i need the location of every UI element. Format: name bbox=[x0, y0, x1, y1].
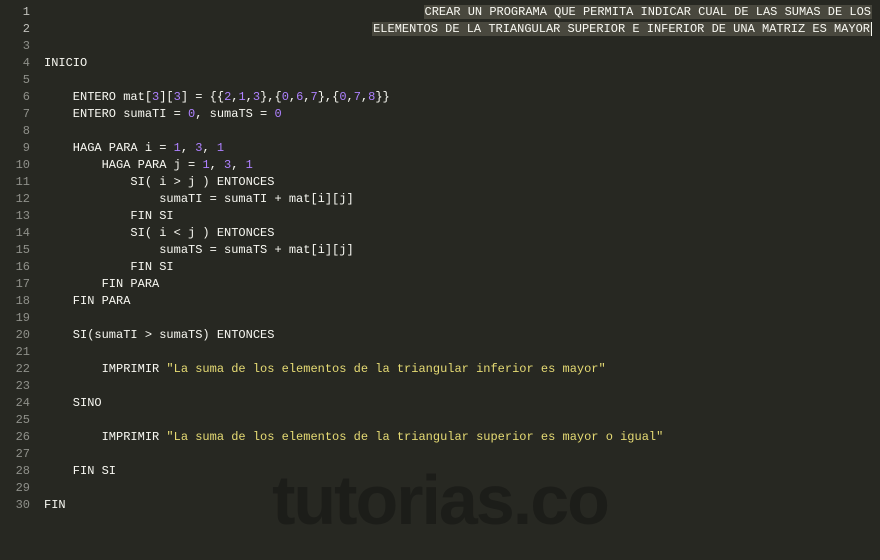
code-line[interactable] bbox=[44, 72, 872, 89]
code-line[interactable] bbox=[44, 38, 872, 55]
line-number: 26 bbox=[0, 429, 30, 446]
line-number: 27 bbox=[0, 446, 30, 463]
code-line[interactable] bbox=[44, 480, 872, 497]
code-line[interactable]: FIN bbox=[44, 497, 872, 514]
code-line[interactable]: HAGA PARA i = 1, 3, 1 bbox=[44, 140, 872, 157]
code-line[interactable] bbox=[44, 378, 872, 395]
line-number: 28 bbox=[0, 463, 30, 480]
code-line[interactable]: SI( i < j ) ENTONCES bbox=[44, 225, 872, 242]
line-number: 8 bbox=[0, 123, 30, 140]
line-number: 25 bbox=[0, 412, 30, 429]
code-line[interactable]: SI(sumaTI > sumaTS) ENTONCES bbox=[44, 327, 872, 344]
code-line[interactable]: SI( i > j ) ENTONCES bbox=[44, 174, 872, 191]
code-line[interactable]: HAGA PARA j = 1, 3, 1 bbox=[44, 157, 872, 174]
code-line[interactable] bbox=[44, 123, 872, 140]
code-line[interactable] bbox=[44, 446, 872, 463]
line-number: 29 bbox=[0, 480, 30, 497]
code-line[interactable]: CREAR UN PROGRAMA QUE PERMITA INDICAR CU… bbox=[44, 4, 872, 21]
line-number: 16 bbox=[0, 259, 30, 276]
code-line[interactable]: FIN PARA bbox=[44, 276, 872, 293]
code-line[interactable]: FIN PARA bbox=[44, 293, 872, 310]
line-number: 22 bbox=[0, 361, 30, 378]
line-number: 15 bbox=[0, 242, 30, 259]
code-area[interactable]: CREAR UN PROGRAMA QUE PERMITA INDICAR CU… bbox=[36, 0, 880, 560]
line-number: 17 bbox=[0, 276, 30, 293]
code-line[interactable]: sumaTS = sumaTS + mat[i][j] bbox=[44, 242, 872, 259]
line-number: 4 bbox=[0, 55, 30, 72]
line-number-gutter: 1234567891011121314151617181920212223242… bbox=[0, 0, 36, 560]
line-number: 23 bbox=[0, 378, 30, 395]
code-line[interactable]: FIN SI bbox=[44, 463, 872, 480]
line-number: 21 bbox=[0, 344, 30, 361]
code-line[interactable]: ENTERO sumaTI = 0, sumaTS = 0 bbox=[44, 106, 872, 123]
line-number: 13 bbox=[0, 208, 30, 225]
line-number: 6 bbox=[0, 89, 30, 106]
code-line[interactable]: sumaTI = sumaTI + mat[i][j] bbox=[44, 191, 872, 208]
line-number: 18 bbox=[0, 293, 30, 310]
code-line[interactable]: INICIO bbox=[44, 55, 872, 72]
code-line[interactable]: FIN SI bbox=[44, 208, 872, 225]
line-number: 10 bbox=[0, 157, 30, 174]
code-line[interactable]: IMPRIMIR "La suma de los elementos de la… bbox=[44, 429, 872, 446]
line-number: 14 bbox=[0, 225, 30, 242]
code-line[interactable] bbox=[44, 412, 872, 429]
line-number: 5 bbox=[0, 72, 30, 89]
line-number: 24 bbox=[0, 395, 30, 412]
code-editor[interactable]: 1234567891011121314151617181920212223242… bbox=[0, 0, 880, 560]
line-number: 30 bbox=[0, 497, 30, 514]
line-number: 12 bbox=[0, 191, 30, 208]
line-number: 9 bbox=[0, 140, 30, 157]
line-number: 20 bbox=[0, 327, 30, 344]
line-number: 11 bbox=[0, 174, 30, 191]
line-number: 19 bbox=[0, 310, 30, 327]
code-line[interactable] bbox=[44, 310, 872, 327]
line-number: 3 bbox=[0, 38, 30, 55]
code-line[interactable]: SINO bbox=[44, 395, 872, 412]
text-caret bbox=[871, 22, 872, 36]
code-line[interactable]: IMPRIMIR "La suma de los elementos de la… bbox=[44, 361, 872, 378]
code-line[interactable]: ENTERO mat[3][3] = {{2,1,3},{0,6,7},{0,7… bbox=[44, 89, 872, 106]
line-number: 1 bbox=[0, 4, 30, 21]
code-line[interactable]: ELEMENTOS DE LA TRIANGULAR SUPERIOR E IN… bbox=[44, 21, 872, 38]
selection-highlight: ELEMENTOS DE LA TRIANGULAR SUPERIOR E IN… bbox=[372, 22, 871, 36]
line-number: 2 bbox=[0, 21, 30, 38]
selection-highlight: CREAR UN PROGRAMA QUE PERMITA INDICAR CU… bbox=[424, 5, 872, 19]
line-number: 7 bbox=[0, 106, 30, 123]
code-line[interactable] bbox=[44, 344, 872, 361]
code-line[interactable]: FIN SI bbox=[44, 259, 872, 276]
